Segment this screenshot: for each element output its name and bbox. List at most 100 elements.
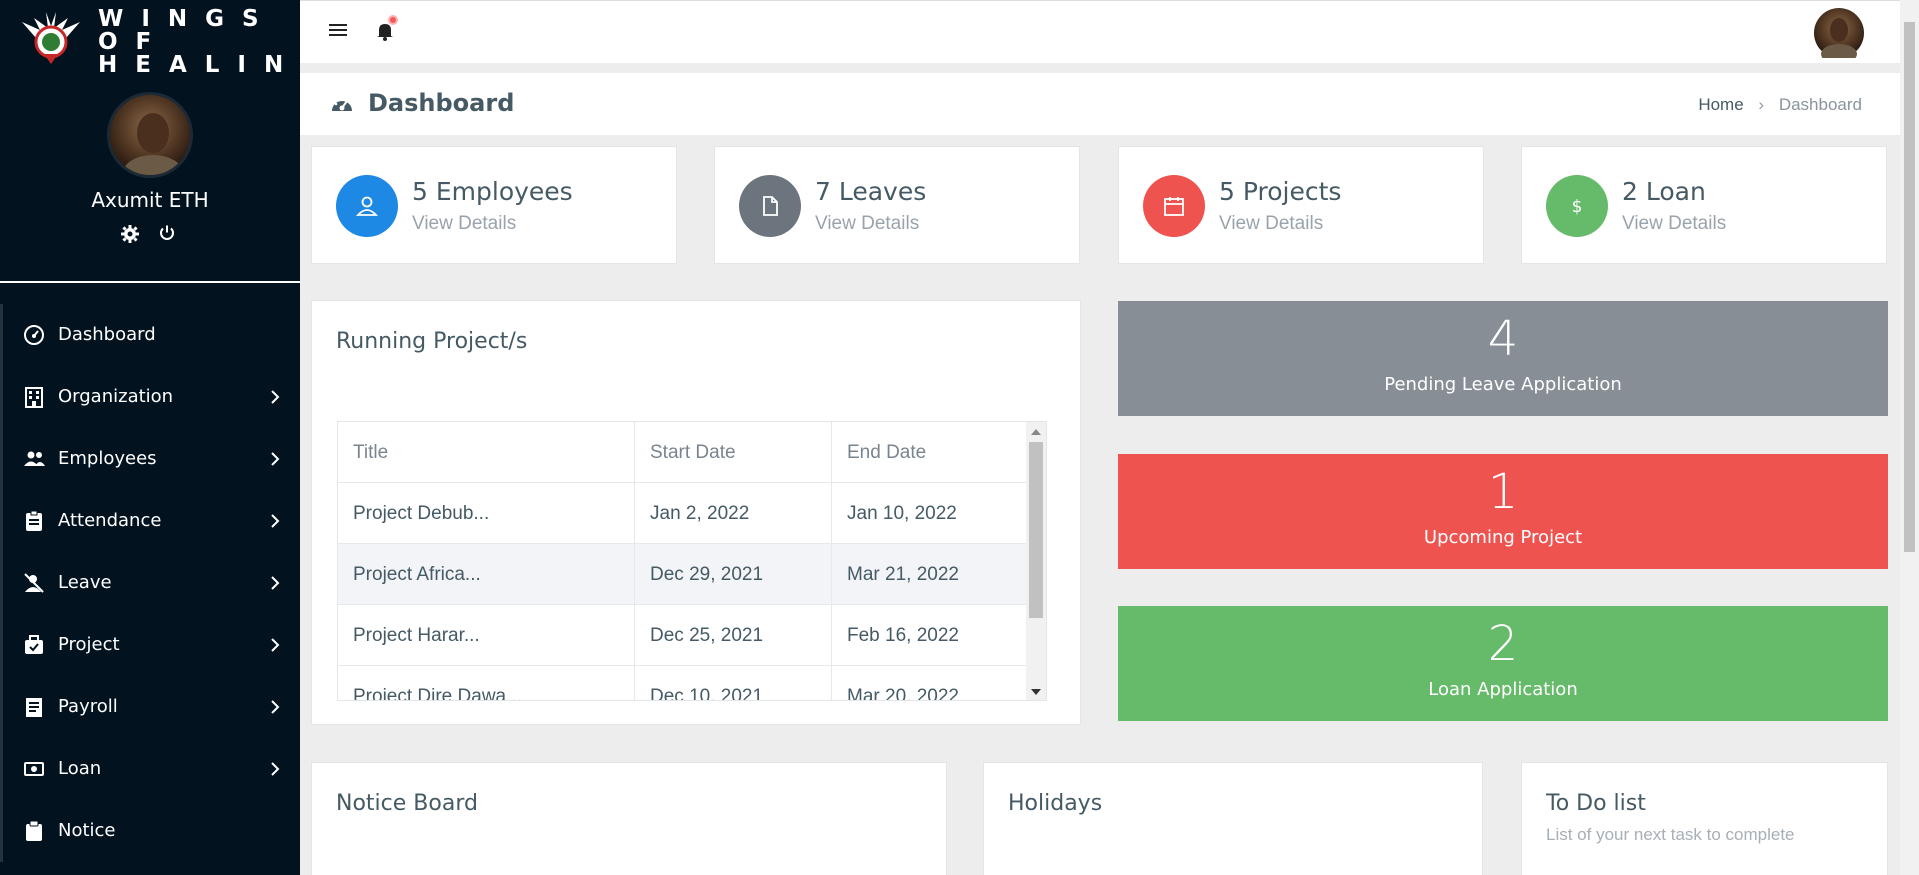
sidebar-item-label: Organization xyxy=(58,386,174,407)
stat-card-projects: 5 Projects View Details xyxy=(1118,146,1484,264)
sidebar-item-dashboard[interactable]: Dashboard xyxy=(0,304,300,366)
stat-title: 2 Loan xyxy=(1622,177,1706,206)
power-icon[interactable] xyxy=(158,224,180,246)
page-scrollbar[interactable] xyxy=(1900,0,1919,875)
sidebar-item-label: Attendance xyxy=(58,510,162,531)
project-title-cell: Project Africa... xyxy=(338,544,635,605)
people-icon xyxy=(24,451,45,466)
stat-title: 5 Projects xyxy=(1219,177,1342,206)
sidebar-item-loan[interactable]: Loan xyxy=(0,738,300,800)
page-title: Dashboard xyxy=(368,89,515,117)
end-date-cell: Jan 10, 2022 xyxy=(847,503,957,524)
end-date-cell: Feb 16, 2022 xyxy=(847,625,959,646)
sidebar-item-employees[interactable]: Employees xyxy=(0,428,300,490)
table-scrollbar-thumb[interactable] xyxy=(1029,442,1043,618)
scrollbar-thumb[interactable] xyxy=(1904,22,1915,552)
dashboard-gauge-icon xyxy=(332,97,352,111)
chevron-right-icon xyxy=(271,514,280,528)
upcoming-project-label: Upcoming Project xyxy=(1423,527,1583,548)
notifications-bell-icon[interactable] xyxy=(376,15,398,43)
loan-application-count: 2 xyxy=(1487,616,1519,672)
clipboard-notice-icon xyxy=(26,820,42,841)
sidebar-item-label: Notice xyxy=(58,820,116,841)
column-header-start-date[interactable]: Start Date xyxy=(635,422,832,483)
stat-icon-circle xyxy=(336,175,398,237)
start-date-cell: Jan 2, 2022 xyxy=(635,483,832,544)
view-details-link[interactable]: View Details xyxy=(412,213,516,235)
table-header-row: Title Start Date End Date xyxy=(338,422,1046,483)
notification-badge xyxy=(388,15,398,25)
sidebar-item-organization[interactable]: Organization xyxy=(0,366,300,428)
user-avatar[interactable] xyxy=(1814,8,1864,64)
building-icon xyxy=(25,387,43,408)
dashboard-icon xyxy=(24,325,44,345)
holidays-card: Holidays xyxy=(983,762,1483,875)
projects-table: Title Start Date End Date Project Debub.… xyxy=(337,421,1047,701)
pending-leave-panel[interactable]: 4 Pending Leave Application xyxy=(1118,301,1888,416)
notice-board-title: Notice Board xyxy=(336,791,478,816)
sidebar-item-notice[interactable]: Notice xyxy=(0,800,300,862)
sidebar-item-payroll[interactable]: Payroll xyxy=(0,676,300,738)
chevron-right-icon xyxy=(271,390,280,404)
upcoming-project-count: 1 xyxy=(1487,464,1519,520)
breadcrumb-home-link[interactable]: Home xyxy=(1698,95,1743,114)
stat-title: 5 Employees xyxy=(412,177,573,206)
chevron-right-icon xyxy=(271,638,280,652)
start-date-cell: Dec 25, 2021 xyxy=(635,605,832,666)
project-title-cell: Project Dire Dawa... xyxy=(338,666,635,700)
money-icon xyxy=(24,762,44,776)
stat-icon-circle xyxy=(739,175,801,237)
sidebar-item-label: Employees xyxy=(58,448,157,469)
project-title-cell: Project Debub... xyxy=(338,483,635,544)
loan-application-panel[interactable]: 2 Loan Application xyxy=(1118,606,1888,721)
chevron-right-icon xyxy=(271,762,280,776)
chevron-right-icon: › xyxy=(1758,95,1765,114)
loan-application-label: Loan Application xyxy=(1428,679,1578,700)
scroll-up-arrow-icon[interactable] xyxy=(1031,429,1041,435)
todo-list-card: To Do list List of your next task to com… xyxy=(1521,762,1888,875)
scroll-down-arrow-icon[interactable] xyxy=(1031,689,1041,695)
profile-avatar[interactable] xyxy=(107,92,193,178)
table-row[interactable]: Project Debub... Jan 2, 2022 Jan 10, 202… xyxy=(338,483,1046,544)
calendar-icon xyxy=(1164,197,1184,216)
sidebar-item-leave[interactable]: Leave xyxy=(0,552,300,614)
profile-actions xyxy=(120,224,180,246)
notice-board-card: Notice Board xyxy=(311,762,947,875)
settings-gear-icon[interactable] xyxy=(120,224,142,246)
person-off-icon xyxy=(24,573,44,593)
profile-name: Axumit ETH xyxy=(91,188,209,212)
chevron-right-icon xyxy=(271,700,280,714)
table-row[interactable]: Project Dire Dawa... Dec 10, 2021 Mar 20… xyxy=(338,666,1046,701)
chevron-right-icon xyxy=(271,452,280,466)
sidebar-item-label: Dashboard xyxy=(58,324,156,345)
table-row[interactable]: Project Harar... Dec 25, 2021 Feb 16, 20… xyxy=(338,605,1046,666)
brand-name: WINGS OF HEALING xyxy=(98,8,300,77)
top-bar xyxy=(300,0,1900,64)
user-icon xyxy=(356,196,378,216)
pending-leave-label: Pending Leave Application xyxy=(1384,374,1622,395)
stat-card-leaves: 7 Leaves View Details xyxy=(714,146,1080,264)
end-date-cell: Mar 20, 2022 xyxy=(847,686,959,701)
column-header-end-date[interactable]: End Date xyxy=(832,422,1032,483)
sidebar-item-label: Loan xyxy=(58,758,102,779)
table-row[interactable]: Project Africa... Dec 29, 2021 Mar 21, 2… xyxy=(338,544,1046,605)
dollar-icon: $ xyxy=(1572,197,1583,217)
file-icon xyxy=(763,196,778,216)
column-header-title[interactable]: Title xyxy=(338,422,635,483)
logo-emblem-icon xyxy=(22,12,80,64)
sidebar-item-project[interactable]: Project xyxy=(0,614,300,676)
sidebar-item-attendance[interactable]: Attendance xyxy=(0,490,300,552)
hamburger-menu-icon[interactable] xyxy=(328,21,348,39)
start-date-cell: Dec 10, 2021 xyxy=(635,666,832,700)
svg-text:$: $ xyxy=(1572,197,1583,217)
view-details-link[interactable]: View Details xyxy=(1219,213,1323,235)
stat-title: 7 Leaves xyxy=(815,177,927,206)
stat-card-employees: 5 Employees View Details xyxy=(311,146,677,264)
view-details-link[interactable]: View Details xyxy=(1622,213,1726,235)
upcoming-project-panel[interactable]: 1 Upcoming Project xyxy=(1118,454,1888,569)
table-scrollbar[interactable] xyxy=(1026,422,1046,700)
sidebar-nav: Dashboard Organization Employees Attenda… xyxy=(0,304,300,862)
brand[interactable]: WINGS OF HEALING xyxy=(0,0,300,77)
project-title-cell: Project Harar... xyxy=(338,605,635,666)
view-details-link[interactable]: View Details xyxy=(815,213,919,235)
